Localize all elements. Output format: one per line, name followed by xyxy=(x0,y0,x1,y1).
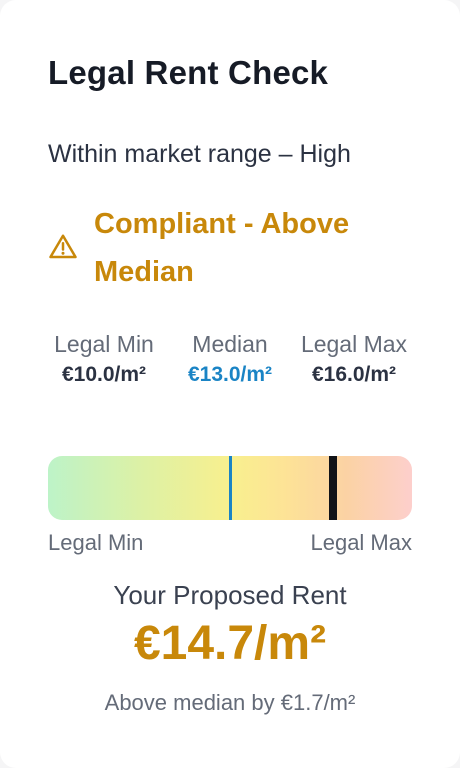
legal-min-summary: Legal Min €10.0/m² xyxy=(48,328,160,390)
compliance-status: Compliant - Above Median xyxy=(48,200,418,296)
proposed-rent-label: Your Proposed Rent xyxy=(113,580,347,610)
proposed-rent-value: €14.7/m² xyxy=(133,617,327,670)
range-summary: Legal Min €10.0/m² Median €13.0/m² Legal… xyxy=(48,328,412,424)
rent-range-gauge xyxy=(48,456,412,520)
gauge-label-min: Legal Min xyxy=(48,530,144,555)
median-label: Median xyxy=(192,331,268,357)
median-marker xyxy=(228,456,232,520)
legal-min-label: Legal Min xyxy=(54,331,154,357)
gauge-labels: Legal Min Legal Max xyxy=(48,530,412,562)
legal-min-value: €10.0/m² xyxy=(61,363,147,386)
proposed-rent-marker xyxy=(329,456,338,520)
gauge-label-max: Legal Max xyxy=(310,530,412,555)
legal-rent-check-card: Legal Rent Check Within market range – H… xyxy=(0,0,460,768)
market-range-subtitle: Within market range – High xyxy=(48,140,351,168)
proposed-rent-note: Above median by €1.7/m² xyxy=(104,690,356,715)
compliance-status-text: Compliant - Above Median xyxy=(94,208,350,288)
legal-max-value: €16.0/m² xyxy=(311,363,397,386)
legal-max-label: Legal Max xyxy=(300,331,408,357)
median-summary: Median €13.0/m² xyxy=(172,328,288,390)
card-title: Legal Rent Check xyxy=(48,54,329,91)
legal-max-summary: Legal Max €16.0/m² xyxy=(296,328,412,390)
warning-triangle-icon xyxy=(49,234,77,259)
median-value: €13.0/m² xyxy=(187,363,273,386)
